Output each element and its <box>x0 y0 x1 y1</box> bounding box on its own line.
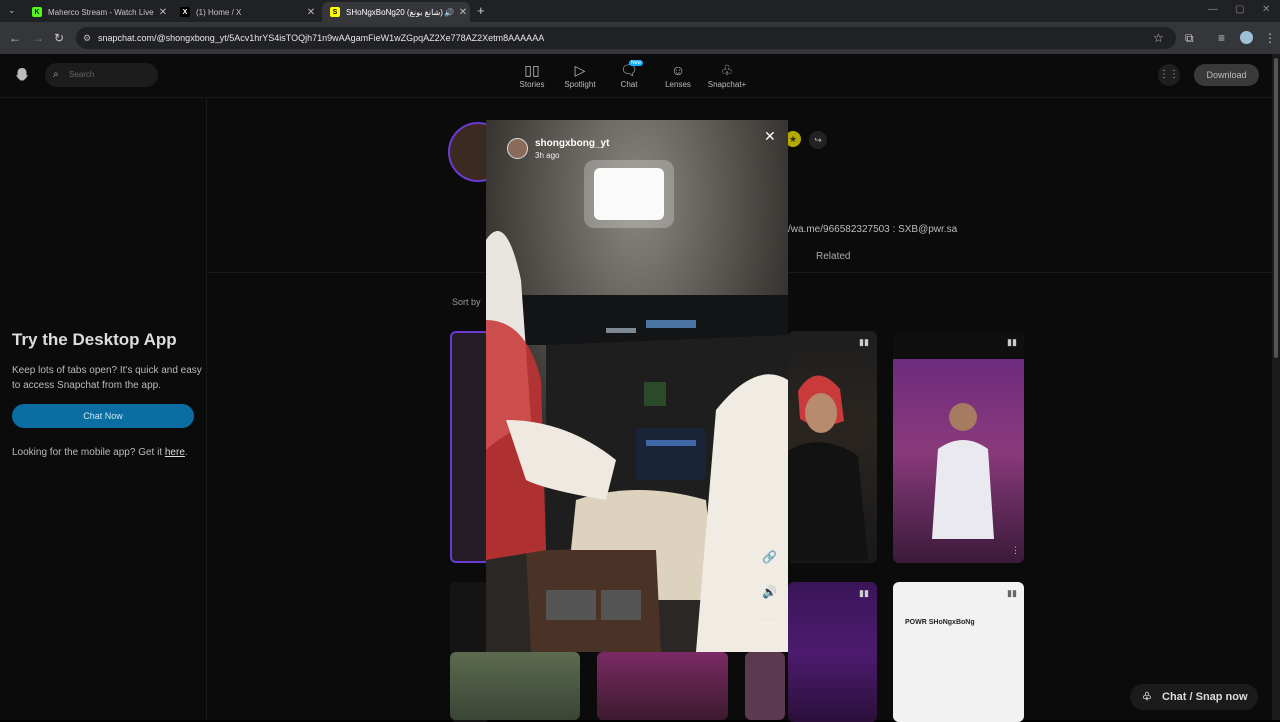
close-window-icon[interactable]: ✕ <box>1262 4 1270 15</box>
minimize-icon[interactable]: — <box>1208 4 1218 15</box>
more-options-icon[interactable]: ⋯ <box>762 616 774 630</box>
tab-title: (1) Home / X <box>196 7 242 17</box>
forward-icon[interactable]: → <box>32 31 44 45</box>
site-info-icon[interactable]: ⚙ <box>83 27 91 49</box>
bookmark-star-icon[interactable]: ☆ <box>1153 31 1164 45</box>
tab-title: SHoNgxBoNg20 (شانغ بونغ) on Snapchat <box>346 7 444 17</box>
promo-body: Keep lots of tabs open? It's quick and e… <box>12 365 202 391</box>
apps-grid-icon[interactable]: ⋮⋮ <box>1158 64 1180 86</box>
snapchat-icon: S <box>330 7 340 17</box>
tab-title: Maherco Stream - Watch Live o <box>48 7 156 17</box>
nav-label: Lenses <box>665 80 691 89</box>
chat-snap-now-label: Chat / Snap now <box>1162 691 1248 703</box>
browser-tab-bar: ⌄ K Maherco Stream - Watch Live o ✕ X (1… <box>0 0 1280 22</box>
volume-icon[interactable]: 🔊 <box>762 585 777 599</box>
nav-snapchat-plus[interactable]: ♧ Snapchat+ <box>705 62 749 89</box>
search-placeholder: Search <box>69 70 95 79</box>
saved-story-icon: ▮▮ <box>859 588 869 598</box>
url-text: snapchat.com/@shongxbong_yt/5Acv1hrYS4is… <box>98 33 545 43</box>
saved-story-icon: ▮▮ <box>1007 588 1017 598</box>
close-tab-icon[interactable]: ✕ <box>304 7 318 18</box>
search-icon: ⌕ <box>53 69 59 80</box>
story-tile[interactable]: POWR SHoNgxBoNg ▮▮ <box>893 582 1024 722</box>
person-with-badge-image <box>932 403 994 539</box>
media-controls-icon[interactable]: ≡ <box>1218 31 1225 45</box>
chat-now-button[interactable]: Chat Now <box>12 404 194 428</box>
nav-lenses[interactable]: ☺ Lenses <box>656 62 700 89</box>
story-tile[interactable] <box>450 331 490 563</box>
back-icon[interactable]: ← <box>9 31 21 45</box>
play-icon: ▷ <box>574 62 586 78</box>
powr-banner-image <box>893 359 1024 563</box>
address-bar[interactable]: ⚙ snapchat.com/@shongxbong_yt/5Acv1hrYS4… <box>76 27 1176 49</box>
scrollbar-thumb[interactable] <box>1274 58 1278 358</box>
powr-card-title: POWR SHoNgxBoNg <box>905 619 975 626</box>
tab-list-icon[interactable]: ⌄ <box>8 5 16 16</box>
kick-icon: K <box>32 7 42 17</box>
nav-label: Chat <box>620 80 638 89</box>
story-tile[interactable] <box>450 652 580 720</box>
nav-label: Snapchat+ <box>707 80 747 89</box>
tab-snapchat[interactable]: S SHoNgxBoNg20 (شانغ بونغ) on Snapchat 🔊… <box>322 2 470 22</box>
saved-story-icon: ▮▮ <box>1007 337 1017 347</box>
nav-label: Spotlight <box>564 80 596 89</box>
more-icon[interactable]: ⋮ <box>1011 545 1020 556</box>
story-username[interactable]: shongxbong_yt <box>535 138 609 149</box>
lens-icon: ☺ <box>670 62 686 78</box>
story-tile[interactable] <box>745 652 785 720</box>
browser-menu-icon[interactable]: ⋮ <box>1264 31 1276 45</box>
search-input[interactable]: ⌕ Search <box>45 63 158 87</box>
speaker-icon[interactable]: 🔊 <box>444 8 454 17</box>
story-viewer[interactable]: shongxbong_yt 3h ago ✕ 🔗 🔊 ⋯ <box>486 120 788 652</box>
story-tile[interactable]: ▮▮ ⋮ <box>893 331 1024 563</box>
person-in-ghutra-image <box>788 375 868 561</box>
story-tile[interactable] <box>597 652 728 720</box>
tab-x-home[interactable]: X (1) Home / X ✕ <box>172 2 318 22</box>
close-tab-icon[interactable]: ✕ <box>456 7 470 18</box>
browser-toolbar: ← → ↻ ⚙ snapchat.com/@shongxbong_yt/5Acv… <box>0 22 1280 54</box>
story-time: 3h ago <box>535 151 560 160</box>
maximize-icon[interactable]: ▢ <box>1235 4 1244 15</box>
sort-by-label[interactable]: Sort by <box>452 297 481 307</box>
ghost-plus-icon: ♧ <box>720 62 734 78</box>
nav-stories[interactable]: ▯▯ Stories <box>510 62 554 89</box>
mobile-app-label: Looking for the mobile app? Get it <box>12 447 163 458</box>
saved-story-icon: ▮▮ <box>859 337 869 347</box>
car-night-video <box>486 120 788 652</box>
story-author-avatar[interactable] <box>507 138 528 159</box>
new-badge: New <box>629 60 644 66</box>
top-navigation: ⌕ Search ▯▯ Stories ▷ Spotlight 🗨 New Ch… <box>0 54 1272 98</box>
chat-snap-now-button[interactable]: ♧ Chat / Snap now <box>1130 684 1258 710</box>
tab-maherco[interactable]: K Maherco Stream - Watch Live o ✕ <box>24 2 170 22</box>
promo-title: Try the Desktop App <box>12 330 177 349</box>
x-icon: X <box>180 7 190 17</box>
close-tab-icon[interactable]: ✕ <box>156 7 170 18</box>
extensions-icon[interactable]: ⧉ <box>1185 31 1194 46</box>
snapchat-ghost-icon[interactable] <box>14 67 30 83</box>
close-icon[interactable]: ✕ <box>764 128 776 145</box>
download-button[interactable]: Download <box>1194 64 1259 86</box>
link-icon[interactable]: 🔗 <box>762 550 777 564</box>
ghost-icon: ♧ <box>1142 691 1152 703</box>
nav-spotlight[interactable]: ▷ Spotlight <box>558 62 602 89</box>
share-icon[interactable]: ↪ <box>809 131 827 149</box>
new-tab-button[interactable]: + <box>477 3 485 18</box>
nav-chat[interactable]: 🗨 New Chat <box>607 60 651 89</box>
story-tile[interactable]: ▮▮ <box>788 582 877 722</box>
page-scrollbar[interactable] <box>1272 54 1280 720</box>
mobile-app-text: Looking for the mobile app? Get it here. <box>12 447 188 458</box>
profile-avatar[interactable] <box>1240 31 1253 44</box>
left-sidebar: Try the Desktop App Keep lots of tabs op… <box>0 98 207 720</box>
mobile-app-link[interactable]: here <box>165 447 185 458</box>
reload-icon[interactable]: ↻ <box>54 31 64 45</box>
stories-icon: ▯▯ <box>524 62 540 78</box>
story-tile[interactable]: ▮▮ <box>788 331 877 563</box>
tab-related[interactable]: Related <box>816 251 850 262</box>
profile-bio-link[interactable]: /wa.me/966582327503 : SXB@pwr.sa <box>788 224 957 235</box>
nav-label: Stories <box>519 80 545 89</box>
snapchat-app: ⌕ Search ▯▯ Stories ▷ Spotlight 🗨 New Ch… <box>0 54 1272 722</box>
